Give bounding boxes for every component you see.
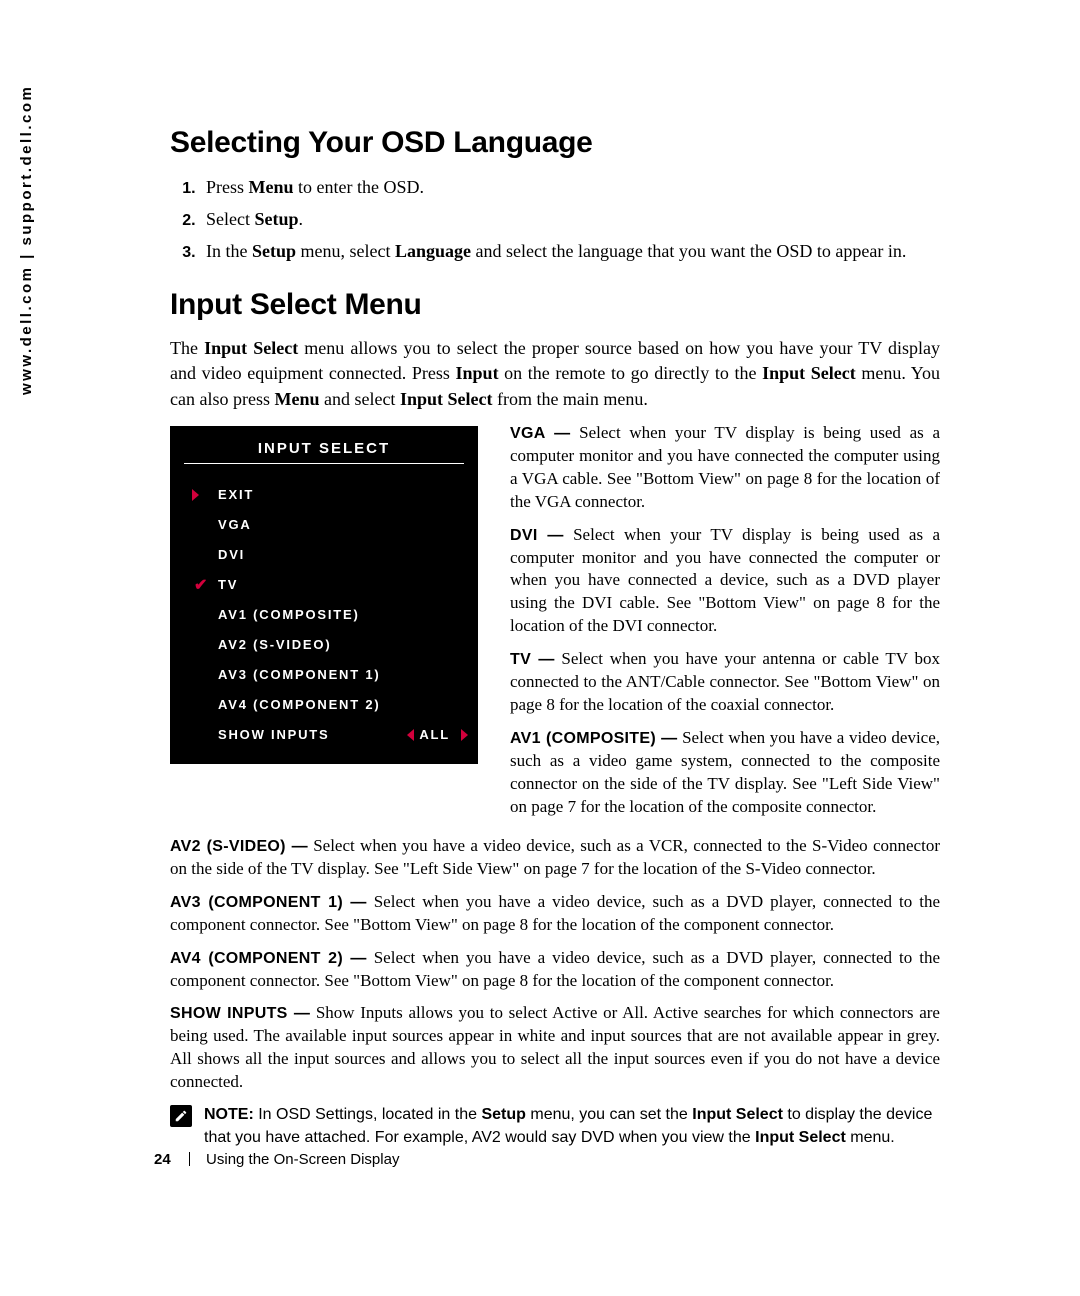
- text: menu.: [846, 1129, 895, 1146]
- section-title: Using the On-Screen Display: [206, 1151, 399, 1168]
- pencil-icon: [174, 1109, 188, 1123]
- keyword: Input Select: [755, 1129, 846, 1146]
- def-term: VGA —: [510, 426, 570, 442]
- osd-item-label: DVI: [218, 547, 245, 562]
- osd-title: INPUT SELECT: [184, 426, 464, 464]
- def-av1: AV1 (COMPOSITE) — Select when you have a…: [510, 727, 940, 819]
- osd-item-label: TV: [218, 577, 238, 592]
- osd-language-steps: Press Menu to enter the OSD. Select Setu…: [170, 174, 940, 264]
- sidebar-url: www.dell.com | support.dell.com: [18, 85, 35, 395]
- def-term: SHOW INPUTS —: [170, 1005, 310, 1022]
- page-footer: 24 Using the On-Screen Display: [154, 1151, 399, 1168]
- def-term: AV4 (COMPONENT 2) —: [170, 950, 367, 967]
- step-2: Select Setup.: [200, 206, 940, 232]
- text: The: [170, 338, 204, 358]
- osd-item-label: EXIT: [218, 487, 254, 502]
- keyword: Input Select: [762, 363, 856, 383]
- heading-osd-language: Selecting Your OSD Language: [170, 126, 940, 160]
- osd-item-av2[interactable]: AV2 (S-VIDEO): [170, 630, 478, 660]
- text: from the main menu.: [492, 389, 647, 409]
- cursor-right-icon: [192, 489, 199, 501]
- step-text: .: [299, 209, 304, 229]
- step-keyword: Language: [395, 241, 471, 261]
- def-text: Select when your TV display is being use…: [510, 426, 940, 511]
- step-text: Select: [206, 209, 254, 229]
- step-text: to enter the OSD.: [294, 177, 424, 197]
- osd-item-vga[interactable]: VGA: [170, 510, 478, 540]
- def-text: Select when you have your antenna or cab…: [510, 649, 940, 714]
- osd-item-show-inputs[interactable]: SHOW INPUTS ALL: [170, 720, 478, 750]
- osd-item-av1[interactable]: AV1 (COMPOSITE): [170, 600, 478, 630]
- def-av2: AV2 (S-VIDEO) — Select when you have a v…: [170, 835, 940, 881]
- note-text: NOTE: In OSD Settings, located in the Se…: [204, 1104, 940, 1149]
- def-tv: TV — Select when you have your antenna o…: [510, 648, 940, 717]
- note-label: NOTE:: [204, 1106, 254, 1123]
- note-icon: [170, 1105, 192, 1127]
- def-text: Select when your TV display is being use…: [510, 525, 940, 636]
- osd-item-label: AV1 (COMPOSITE): [218, 607, 360, 622]
- text: In OSD Settings, located in the: [254, 1106, 482, 1123]
- keyword: Input Select: [204, 338, 298, 358]
- text: menu, you can set the: [526, 1106, 692, 1123]
- def-term: DVI —: [510, 527, 564, 544]
- def-av4: AV4 (COMPONENT 2) — Select when you have…: [170, 947, 940, 993]
- text: and select: [319, 389, 399, 409]
- step-keyword: Setup: [252, 241, 296, 261]
- def-term: AV1 (COMPOSITE) —: [510, 730, 677, 747]
- osd-input-select-panel: INPUT SELECT EXIT VGA DVI ✔ TV AV1 (COMP…: [170, 426, 478, 764]
- osd-item-label: VGA: [218, 517, 252, 532]
- step-keyword: Menu: [249, 177, 294, 197]
- osd-item-dvi[interactable]: DVI: [170, 540, 478, 570]
- def-term: TV —: [510, 651, 555, 668]
- step-3: In the Setup menu, select Language and s…: [200, 238, 940, 264]
- arrow-left-icon: [407, 729, 414, 741]
- def-vga: VGA — Select when your TV display is bei…: [510, 426, 940, 514]
- def-term: AV2 (S-VIDEO) —: [170, 838, 308, 855]
- osd-menu-list: EXIT VGA DVI ✔ TV AV1 (COMPOSITE) AV2 (S…: [170, 480, 478, 750]
- checkmark-icon: ✔: [194, 575, 209, 595]
- page-number: 24: [154, 1151, 171, 1168]
- osd-item-label: AV2 (S-VIDEO): [218, 637, 331, 652]
- keyword: Input Select: [400, 389, 493, 409]
- keyword: Setup: [481, 1106, 525, 1123]
- step-1: Press Menu to enter the OSD.: [200, 174, 940, 200]
- step-text: In the: [206, 241, 252, 261]
- osd-item-label: SHOW INPUTS: [218, 727, 330, 742]
- text: on the remote to go directly to the: [499, 363, 763, 383]
- osd-item-exit[interactable]: EXIT: [170, 480, 478, 510]
- arrow-right-icon: [461, 729, 468, 741]
- footer-separator: [189, 1152, 190, 1166]
- input-select-layout: INPUT SELECT EXIT VGA DVI ✔ TV AV1 (COMP…: [170, 426, 940, 829]
- def-show-inputs: SHOW INPUTS — Show Inputs allows you to …: [170, 1002, 940, 1094]
- keyword: Input Select: [692, 1106, 783, 1123]
- note: NOTE: In OSD Settings, located in the Se…: [170, 1104, 940, 1149]
- step-keyword: Setup: [254, 209, 298, 229]
- heading-input-select: Input Select Menu: [170, 288, 940, 322]
- step-text: Press: [206, 177, 249, 197]
- def-dvi: DVI — Select when your TV display is bei…: [510, 524, 940, 639]
- osd-item-label: AV4 (COMPONENT 2): [218, 697, 381, 712]
- manual-page: www.dell.com | support.dell.com Selectin…: [0, 0, 1080, 1296]
- step-text: and select the language that you want th…: [471, 241, 906, 261]
- osd-show-inputs-value: ALL: [419, 727, 450, 742]
- def-term: AV3 (COMPONENT 1) —: [170, 894, 367, 911]
- def-av3: AV3 (COMPONENT 1) — Select when you have…: [170, 891, 940, 937]
- osd-item-av4[interactable]: AV4 (COMPONENT 2): [170, 690, 478, 720]
- keyword: Menu: [274, 389, 319, 409]
- definitions-fullwidth: AV2 (S-VIDEO) — Select when you have a v…: [170, 829, 940, 1149]
- osd-item-label: AV3 (COMPONENT 1): [218, 667, 381, 682]
- page-content: Selecting Your OSD Language Press Menu t…: [170, 126, 940, 1149]
- definitions-column: VGA — Select when your TV display is bei…: [510, 426, 940, 819]
- keyword: Input: [456, 363, 499, 383]
- osd-item-av3[interactable]: AV3 (COMPONENT 1): [170, 660, 478, 690]
- osd-item-tv[interactable]: ✔ TV: [170, 570, 478, 600]
- input-select-intro: The Input Select menu allows you to sele…: [170, 336, 940, 412]
- step-text: menu, select: [296, 241, 395, 261]
